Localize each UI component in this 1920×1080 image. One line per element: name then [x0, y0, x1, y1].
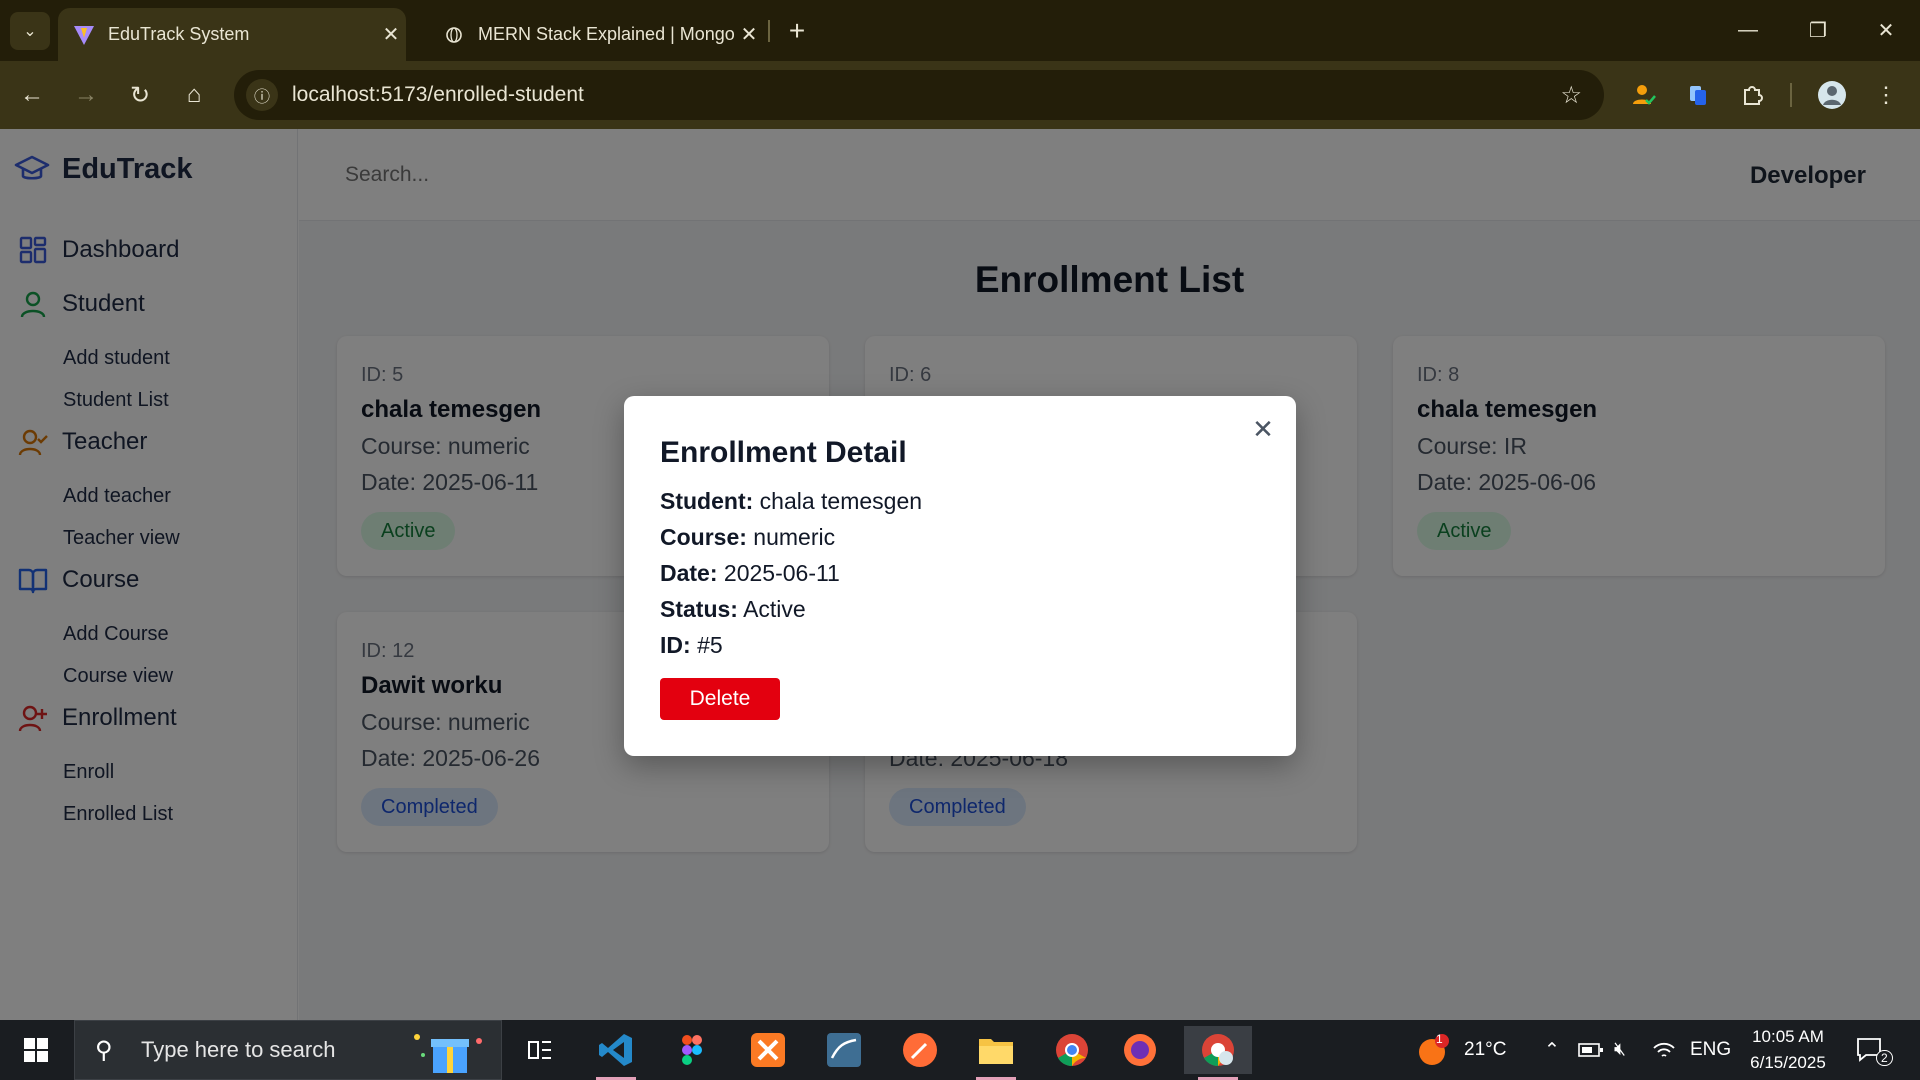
detail-value: chala temesgen [759, 488, 923, 514]
detail-value: numeric [753, 524, 836, 550]
clock-date: 6/15/2025 [1750, 1053, 1826, 1072]
weather-badge: 1 [1436, 1032, 1443, 1046]
detail-value: Active [743, 596, 806, 622]
globe-favicon-icon [442, 23, 466, 47]
detail-row-status: Status: Active [660, 596, 806, 623]
gift-icon [409, 1027, 489, 1080]
tab-edutrack[interactable]: EduTrack System ✕ [58, 8, 406, 61]
search-icon: ⚲ [95, 1036, 113, 1064]
profile-avatar[interactable] [1814, 77, 1850, 113]
extension-copy-icon[interactable] [1680, 77, 1716, 113]
chevron-down-icon: ⌄ [23, 23, 37, 40]
chrome-profile-icon[interactable] [1184, 1026, 1252, 1080]
clock[interactable]: 10:05 AM 6/15/2025 [1728, 1024, 1848, 1076]
extensions-puzzle-icon[interactable] [1734, 77, 1770, 113]
toolbar-separator [1790, 83, 1792, 107]
url-text[interactable]: localhost:5173/enrolled-student [292, 83, 584, 107]
figma-icon[interactable] [664, 1026, 720, 1074]
bookmark-star-icon[interactable]: ☆ [1560, 81, 1582, 110]
vscode-icon[interactable] [588, 1026, 644, 1080]
mysql-workbench-icon[interactable] [816, 1026, 872, 1074]
task-view-icon[interactable] [512, 1026, 568, 1074]
tab-title: EduTrack System [108, 24, 250, 44]
detail-row-student: Student: chala temesgen [660, 488, 922, 515]
tab-separator [768, 20, 770, 42]
notification-count: 2 [1876, 1050, 1893, 1066]
browser-tab-bar: ⌄ EduTrack System ✕ MERN Stack Explained… [0, 0, 1920, 61]
more-menu-icon[interactable]: ⋮ [1868, 77, 1904, 113]
tab-search-button[interactable]: ⌄ [10, 12, 50, 50]
clock-time: 10:05 AM [1752, 1027, 1824, 1046]
detail-label: ID: [660, 632, 691, 658]
restore-button[interactable]: ❐ [1788, 10, 1848, 50]
postman-icon[interactable] [892, 1026, 948, 1074]
weather-sun-icon [1419, 1034, 1449, 1065]
taskbar-search[interactable]: ⚲ Type here to search [74, 1020, 502, 1080]
detail-row-date: Date: 2025-06-11 [660, 560, 840, 587]
chrome-icon[interactable] [1044, 1026, 1100, 1074]
weather-widget[interactable]: 1 21°C [1416, 1020, 1506, 1080]
show-hidden-icons-icon[interactable]: ⌃ [1544, 1020, 1560, 1080]
tab-mern[interactable]: MERN Stack Explained | Mongo ✕ [428, 8, 764, 61]
xampp-icon[interactable] [740, 1026, 796, 1074]
wifi-icon[interactable] [1652, 1020, 1676, 1080]
windows-logo-icon [24, 1038, 48, 1062]
detail-label: Student: [660, 488, 754, 514]
detail-value: 2025-06-11 [723, 560, 840, 586]
volume-muted-icon[interactable]: 🔇︎ [1614, 1020, 1626, 1080]
battery-icon[interactable] [1578, 1020, 1604, 1080]
taskbar-search-placeholder: Type here to search [141, 1037, 336, 1062]
address-bar[interactable]: ⓘ localhost:5173/enrolled-student ☆ [234, 70, 1604, 120]
back-button[interactable]: ← [12, 75, 52, 115]
detail-label: Status: [660, 596, 738, 622]
file-explorer-icon[interactable] [968, 1026, 1024, 1080]
home-button[interactable]: ⌂ [174, 75, 214, 115]
browser-toolbar: ← → ↻ ⌂ ⓘ localhost:5173/enrolled-studen… [0, 61, 1920, 129]
new-tab-button[interactable]: + [780, 14, 814, 48]
detail-value: #5 [697, 632, 723, 658]
close-tab-icon[interactable]: ✕ [734, 22, 764, 47]
modal-title: Enrollment Detail [660, 436, 907, 469]
language-indicator[interactable]: ENG [1690, 1020, 1731, 1080]
reload-button[interactable]: ↻ [120, 75, 160, 115]
site-info-icon[interactable]: ⓘ [246, 79, 278, 111]
enrollment-detail-modal: ✕ Enrollment Detail Student: chala temes… [624, 396, 1296, 756]
firefox-icon[interactable] [1112, 1026, 1168, 1074]
notifications-icon[interactable]: 2 [1856, 1020, 1893, 1080]
detail-label: Course: [660, 524, 747, 550]
windows-taskbar: ⚲ Type here to search 1 21°C ⌃ 🔇︎ ENG 10… [0, 1020, 1920, 1080]
detail-row-id: ID: #5 [660, 632, 723, 659]
forward-button[interactable]: → [66, 75, 106, 115]
minimize-button[interactable]: — [1718, 10, 1778, 50]
close-window-button[interactable]: ✕ [1856, 10, 1916, 50]
extension-person-icon[interactable] [1626, 77, 1662, 113]
start-button[interactable] [8, 1026, 64, 1074]
detail-label: Date: [660, 560, 718, 586]
vite-favicon-icon [72, 23, 96, 47]
close-icon[interactable]: ✕ [1248, 414, 1278, 444]
delete-button[interactable]: Delete [660, 678, 780, 720]
close-tab-icon[interactable]: ✕ [376, 22, 406, 47]
detail-row-course: Course: numeric [660, 524, 835, 551]
tab-title: MERN Stack Explained | Mongo [478, 24, 734, 44]
weather-temp: 21°C [1464, 1039, 1507, 1060]
